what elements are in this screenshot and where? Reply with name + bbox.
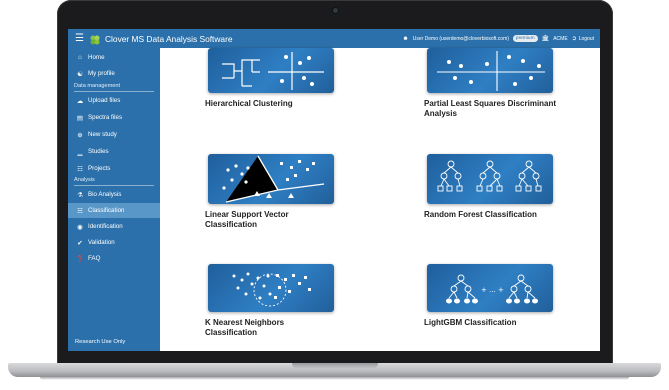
sidebar-item-label: Identification: [88, 223, 123, 230]
clover-leaf-icon: [89, 33, 101, 45]
card-title: Linear Support Vector Classification: [205, 210, 289, 229]
fingerprint-icon: ◉: [77, 223, 83, 231]
file-icon: ▤: [76, 114, 84, 122]
sidebar-item-label: Upload files: [88, 97, 121, 104]
sidebar-item-label: New study: [88, 131, 117, 138]
sidebar-item-spectra-files[interactable]: ▤ Spectra files: [68, 110, 160, 125]
section-analysis: Analysis: [74, 177, 95, 183]
sidebar-item-home[interactable]: ⌂ Home: [68, 50, 160, 65]
sidebar-item-identification[interactable]: ◉ Identification: [68, 219, 160, 234]
hamburger-icon[interactable]: ☰: [75, 33, 85, 44]
sidebar-item-validation[interactable]: ✔ Validation: [68, 235, 160, 250]
app-title[interactable]: Clover MS Data Analysis Software: [105, 34, 233, 44]
card-pls-da[interactable]: Partial Least Squares Discriminant Analy…: [424, 48, 557, 119]
main-content: Hierarchical Clustering Partial Least Sq…: [160, 48, 600, 351]
sidebar-item-new-study[interactable]: ⊕ New study: [68, 127, 160, 142]
card-title: Random Forest Classification: [424, 210, 537, 219]
sidebar-item-classification[interactable]: ☵ Classification: [68, 203, 160, 218]
cloud-upload-icon: ☁: [76, 97, 84, 105]
users-icon: ☯: [77, 70, 83, 78]
plus-circle-icon: ⊕: [77, 131, 83, 139]
card-lightgbm[interactable]: + ... + LightGBM Classification: [424, 264, 557, 328]
check-icon: ✔: [77, 239, 83, 247]
logout-label: Logout: [578, 35, 594, 42]
organization-label[interactable]: ACME: [553, 36, 567, 42]
sidebar-item-label: My profile: [88, 70, 115, 77]
sidebar-item-label: Validation: [88, 239, 115, 246]
camera-icon: [333, 8, 338, 13]
card-hierarchical-clustering[interactable]: Hierarchical Clustering: [205, 48, 338, 109]
gradient-boosting-icon: + ... +: [427, 264, 553, 312]
chart-icon: ▁: [77, 148, 83, 156]
card-title: Partial Least Squares Discriminant Analy…: [424, 99, 557, 118]
research-use-only-label: Research Use Only: [75, 339, 126, 345]
card-linear-svc[interactable]: Linear Support Vector Classification: [205, 154, 338, 230]
user-icon: ☻: [402, 35, 409, 42]
sidebar-item-label: Bio Analysis: [88, 191, 122, 198]
svm-icon: [208, 154, 334, 204]
hierarchy-icon: ☵: [77, 207, 83, 215]
card-title: Hierarchical Clustering: [205, 99, 293, 108]
card-random-forest[interactable]: Random Forest Classification: [424, 154, 557, 220]
section-divider: [74, 91, 154, 92]
sidebar-item-faq[interactable]: ❓ FAQ: [68, 251, 160, 266]
sidebar-item-bio-analysis[interactable]: ⚗ Bio Analysis: [68, 187, 160, 202]
laptop-notch: [291, 363, 378, 369]
scatter-plot-icon: [427, 48, 553, 93]
card-title: K Nearest Neighbors Classification: [205, 318, 285, 337]
laptop-base: [8, 363, 661, 377]
sidebar-item-label: FAQ: [88, 255, 101, 262]
random-forest-icon: [427, 154, 553, 204]
user-label[interactable]: User Demo (userdemo@cloverbiosoft.com): [413, 36, 509, 42]
laptop-foot: [40, 377, 629, 380]
premium-badge: premium: [512, 35, 538, 42]
logout-icon: ➲: [571, 36, 577, 42]
sidebar-item-my-profile[interactable]: ☯ My profile: [68, 66, 160, 81]
user-area: ☻ User Demo (userdemo@cloverbiosoft.com)…: [402, 35, 600, 42]
sidebar-item-studies[interactable]: ▁ Studies: [68, 144, 160, 159]
sidebar: ⌂ Home ☯ My profile Data management ☁ Up…: [68, 48, 160, 351]
sidebar-item-label: Classification: [88, 207, 125, 214]
home-icon: ⌂: [78, 54, 82, 61]
sidebar-item-label: Studies: [88, 148, 109, 155]
sitemap-icon: ☷: [77, 165, 83, 173]
app-screen: ☰ Clover MS Data Analysis Software ☻ Use…: [68, 29, 600, 351]
sidebar-item-label: Home: [88, 54, 105, 61]
sidebar-item-upload-files[interactable]: ☁ Upload files: [68, 93, 160, 108]
dendrogram-icon: [208, 48, 334, 93]
question-circle-icon: ❓: [75, 255, 85, 263]
logout-button[interactable]: ➲ Logout: [571, 35, 594, 43]
card-title: LightGBM Classification: [424, 318, 517, 327]
flask-icon: ⚗: [77, 191, 83, 199]
sidebar-item-label: Projects: [88, 165, 111, 172]
section-data-management: Data management: [74, 83, 121, 89]
section-divider: [74, 185, 154, 186]
organization-icon: 🏛: [541, 36, 550, 42]
sidebar-item-label: Spectra files: [88, 114, 123, 121]
top-navbar: ☰ Clover MS Data Analysis Software ☻ Use…: [68, 29, 600, 48]
knn-icon: [208, 264, 334, 312]
svg-text:+ ... +: + ... +: [481, 286, 504, 294]
sidebar-item-projects[interactable]: ☷ Projects: [68, 161, 160, 176]
card-knn[interactable]: K Nearest Neighbors Classification: [205, 264, 338, 338]
